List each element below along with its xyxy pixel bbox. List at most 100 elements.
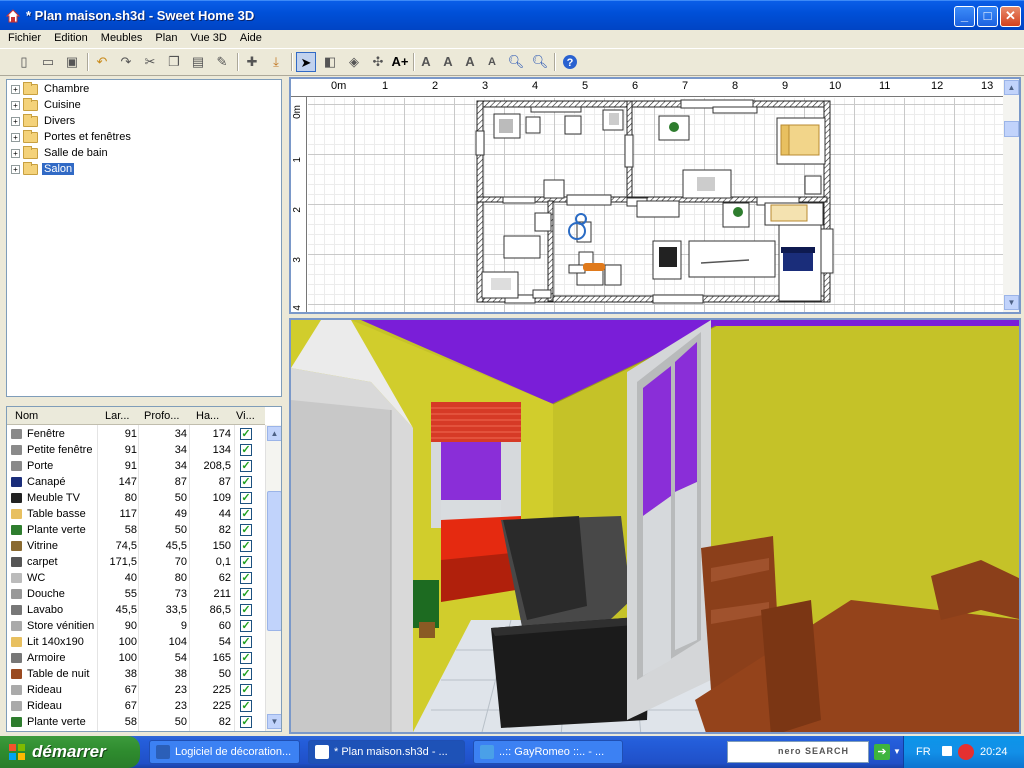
visible-checkbox[interactable]: ✓ [240, 620, 252, 632]
visible-checkbox[interactable]: ✓ [240, 604, 252, 616]
table-row[interactable]: Fenêtre 91 34 174 ✓ [7, 426, 265, 442]
copy-icon[interactable]: ❐ [164, 52, 184, 72]
catalog-category-salle-de-bain[interactable]: + Salle de bain [11, 145, 110, 161]
table-row[interactable]: Vitrine 74,5 45,5 150 ✓ [7, 538, 265, 554]
visible-checkbox[interactable]: ✓ [240, 524, 252, 536]
undo-icon[interactable]: ↶ [92, 52, 112, 72]
help-icon[interactable]: ? [560, 52, 580, 72]
column-header-hauteur[interactable]: Ha... [196, 410, 219, 422]
create-walls-icon[interactable]: ◧ [320, 52, 340, 72]
redo-icon[interactable]: ↷ [116, 52, 136, 72]
table-row[interactable]: Armoire 100 54 165 ✓ [7, 650, 265, 666]
text-style-icon[interactable]: A [416, 52, 436, 72]
zoom-out-icon[interactable]: 🔍︎ [530, 52, 550, 72]
plan-view[interactable]: 0m 1 2 3 4 5 6 7 8 9 10 11 12 13 0m 1 2 … [289, 77, 1021, 314]
visible-checkbox[interactable]: ✓ [240, 428, 252, 440]
text-increase-icon[interactable]: A [460, 52, 480, 72]
create-dimensions-icon[interactable]: ✣ [368, 52, 388, 72]
table-row[interactable]: Porte 91 34 208,5 ✓ [7, 458, 265, 474]
visible-checkbox[interactable]: ✓ [240, 492, 252, 504]
menu-meubles[interactable]: Meubles [96, 30, 148, 44]
scroll-down-icon[interactable]: ▼ [267, 714, 281, 729]
table-row[interactable]: Table basse 117 49 44 ✓ [7, 506, 265, 522]
visible-checkbox[interactable]: ✓ [240, 652, 252, 664]
visible-checkbox[interactable]: ✓ [240, 540, 252, 552]
scroll-down-icon[interactable]: ▼ [1004, 295, 1019, 310]
import-furniture-icon[interactable]: ⤓ [266, 52, 286, 72]
expand-icon[interactable]: + [11, 148, 20, 158]
visible-checkbox[interactable]: ✓ [240, 588, 252, 600]
select-mode-icon[interactable]: ➤ [296, 52, 316, 72]
plan-scrollbar[interactable]: ▲ ▼ [1003, 79, 1019, 312]
table-row[interactable]: Plante verte 58 50 82 ✓ [7, 522, 265, 538]
visible-checkbox[interactable]: ✓ [240, 684, 252, 696]
3d-view[interactable] [289, 318, 1021, 734]
add-furniture-icon[interactable]: ✚ [242, 52, 262, 72]
house-walls[interactable] [291, 79, 1003, 312]
visible-checkbox[interactable]: ✓ [240, 460, 252, 472]
expand-icon[interactable]: + [11, 132, 20, 142]
menu-edition[interactable]: Edition [49, 30, 93, 44]
table-row[interactable]: Meuble TV 80 50 109 ✓ [7, 490, 265, 506]
delete-icon[interactable]: ✎ [212, 52, 232, 72]
catalog-category-portes-fenetres[interactable]: + Portes et fenêtres [11, 129, 133, 145]
menu-vue3d[interactable]: Vue 3D [186, 30, 232, 44]
visible-checkbox[interactable]: ✓ [240, 668, 252, 680]
visible-checkbox[interactable]: ✓ [240, 716, 252, 728]
catalog-category-cuisine[interactable]: + Cuisine [11, 97, 83, 113]
visible-checkbox[interactable]: ✓ [240, 508, 252, 520]
text-bold-icon[interactable]: A [438, 52, 458, 72]
catalog-category-divers[interactable]: + Divers [11, 113, 77, 129]
maximize-button[interactable]: □ [977, 6, 998, 27]
open-folder-icon[interactable]: ▭ [38, 52, 58, 72]
table-row[interactable]: Rideau 67 23 225 ✓ [7, 698, 265, 714]
visible-checkbox[interactable]: ✓ [240, 636, 252, 648]
go-arrow-icon[interactable]: ➔ [874, 744, 890, 760]
column-header-visible[interactable]: Vi... [236, 410, 255, 422]
expand-icon[interactable]: + [11, 116, 20, 126]
table-row[interactable]: Douche 55 73 211 ✓ [7, 586, 265, 602]
table-row[interactable]: Rideau 67 23 225 ✓ [7, 682, 265, 698]
horizontal-splitter[interactable] [0, 398, 286, 404]
scroll-thumb[interactable] [267, 491, 281, 631]
add-text-icon[interactable]: A+ [390, 52, 410, 72]
table-row[interactable]: carpet 171,5 70 0,1 ✓ [7, 554, 265, 570]
table-scrollbar[interactable]: ▲ ▼ [265, 425, 281, 731]
nero-search-input[interactable]: nero SEARCH [727, 741, 869, 763]
table-row[interactable]: Lit 140x190 100 104 54 ✓ [7, 634, 265, 650]
scroll-up-icon[interactable]: ▲ [1004, 80, 1019, 95]
cut-icon[interactable]: ✂ [140, 52, 160, 72]
taskbar-item-word[interactable]: Logiciel de décoration... [149, 740, 300, 764]
create-rooms-icon[interactable]: ◈ [344, 52, 364, 72]
visible-checkbox[interactable]: ✓ [240, 700, 252, 712]
close-button[interactable]: ✕ [1000, 6, 1021, 27]
column-header-nom[interactable]: Nom [15, 410, 38, 422]
column-header-largeur[interactable]: Lar... [105, 410, 129, 422]
start-button[interactable]: démarrer [0, 736, 140, 768]
table-row[interactable]: Lavabo 45,5 33,5 86,5 ✓ [7, 602, 265, 618]
visible-checkbox[interactable]: ✓ [240, 444, 252, 456]
table-row[interactable]: Table de nuit 38 38 50 ✓ [7, 666, 265, 682]
tray-security-icon[interactable] [958, 744, 974, 760]
visible-checkbox[interactable]: ✓ [240, 476, 252, 488]
table-row[interactable]: WC 40 80 62 ✓ [7, 570, 265, 586]
catalog-category-chambre[interactable]: + Chambre [11, 81, 91, 97]
text-decrease-icon[interactable]: A [482, 52, 502, 72]
taskbar-item-sweethome[interactable]: * Plan maison.sh3d - ... [308, 740, 465, 764]
catalog-category-salon[interactable]: + Salon [11, 161, 75, 177]
menu-aide[interactable]: Aide [235, 30, 267, 44]
tray-app-icon[interactable] [942, 746, 952, 756]
save-icon[interactable]: ▣ [62, 52, 82, 72]
table-row[interactable]: Store vénitien 90 9 60 ✓ [7, 618, 265, 634]
scroll-up-icon[interactable]: ▲ [267, 426, 281, 441]
minimize-button[interactable]: _ [954, 6, 975, 27]
table-row[interactable]: Petite fenêtre 91 34 134 ✓ [7, 442, 265, 458]
new-file-icon[interactable]: ▯ [14, 52, 34, 72]
taskbar-item-browser[interactable]: ..:: GayRomeo ::.. - ... [473, 740, 623, 764]
visible-checkbox[interactable]: ✓ [240, 572, 252, 584]
language-indicator[interactable]: FR [916, 746, 931, 758]
table-row[interactable]: Canapé 147 87 87 ✓ [7, 474, 265, 490]
expand-icon[interactable]: + [11, 100, 20, 110]
scroll-thumb[interactable] [1004, 121, 1019, 137]
column-header-profondeur[interactable]: Profo... [144, 410, 179, 422]
